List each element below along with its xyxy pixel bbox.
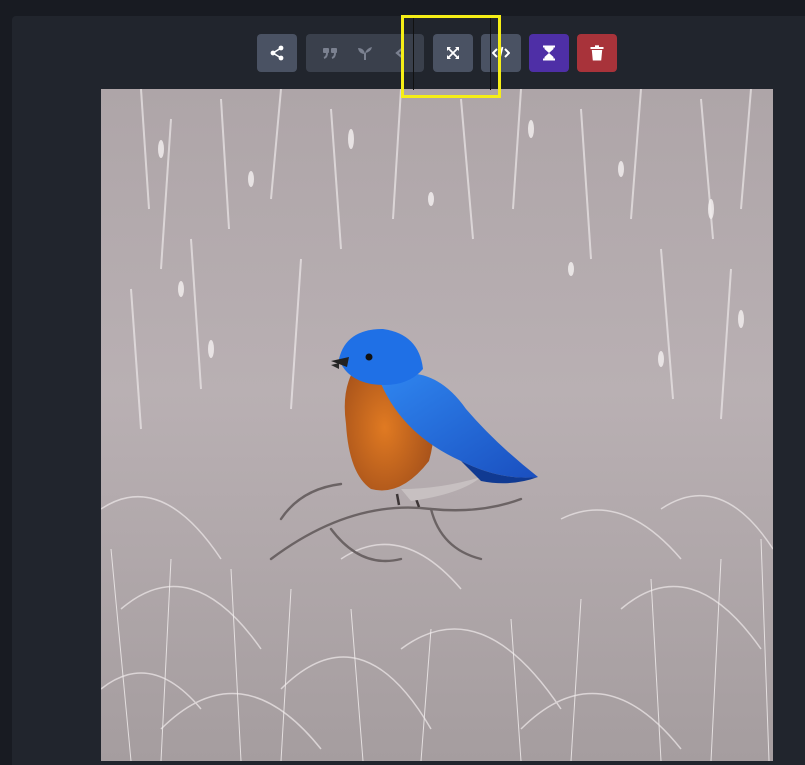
quote-button xyxy=(315,34,345,72)
chevron-left-icon xyxy=(395,47,405,59)
trash-icon xyxy=(590,45,604,61)
quote-icon xyxy=(322,48,337,59)
expand-icon xyxy=(447,47,459,59)
hourglass-icon xyxy=(543,45,555,61)
top-bar xyxy=(0,0,805,16)
seedling-icon xyxy=(357,47,372,60)
share-icon xyxy=(270,45,284,61)
seedling-button xyxy=(350,34,380,72)
code-button[interactable] xyxy=(481,34,521,72)
share-button[interactable] xyxy=(257,34,297,72)
generated-image xyxy=(101,89,773,761)
delete-button[interactable] xyxy=(577,34,617,72)
bluebird-image xyxy=(101,89,773,761)
disabled-button-group xyxy=(306,34,424,72)
chevron-left-button xyxy=(385,34,415,72)
hourglass-button[interactable] xyxy=(529,34,569,72)
code-icon xyxy=(492,46,510,60)
expand-button[interactable] xyxy=(433,34,473,72)
